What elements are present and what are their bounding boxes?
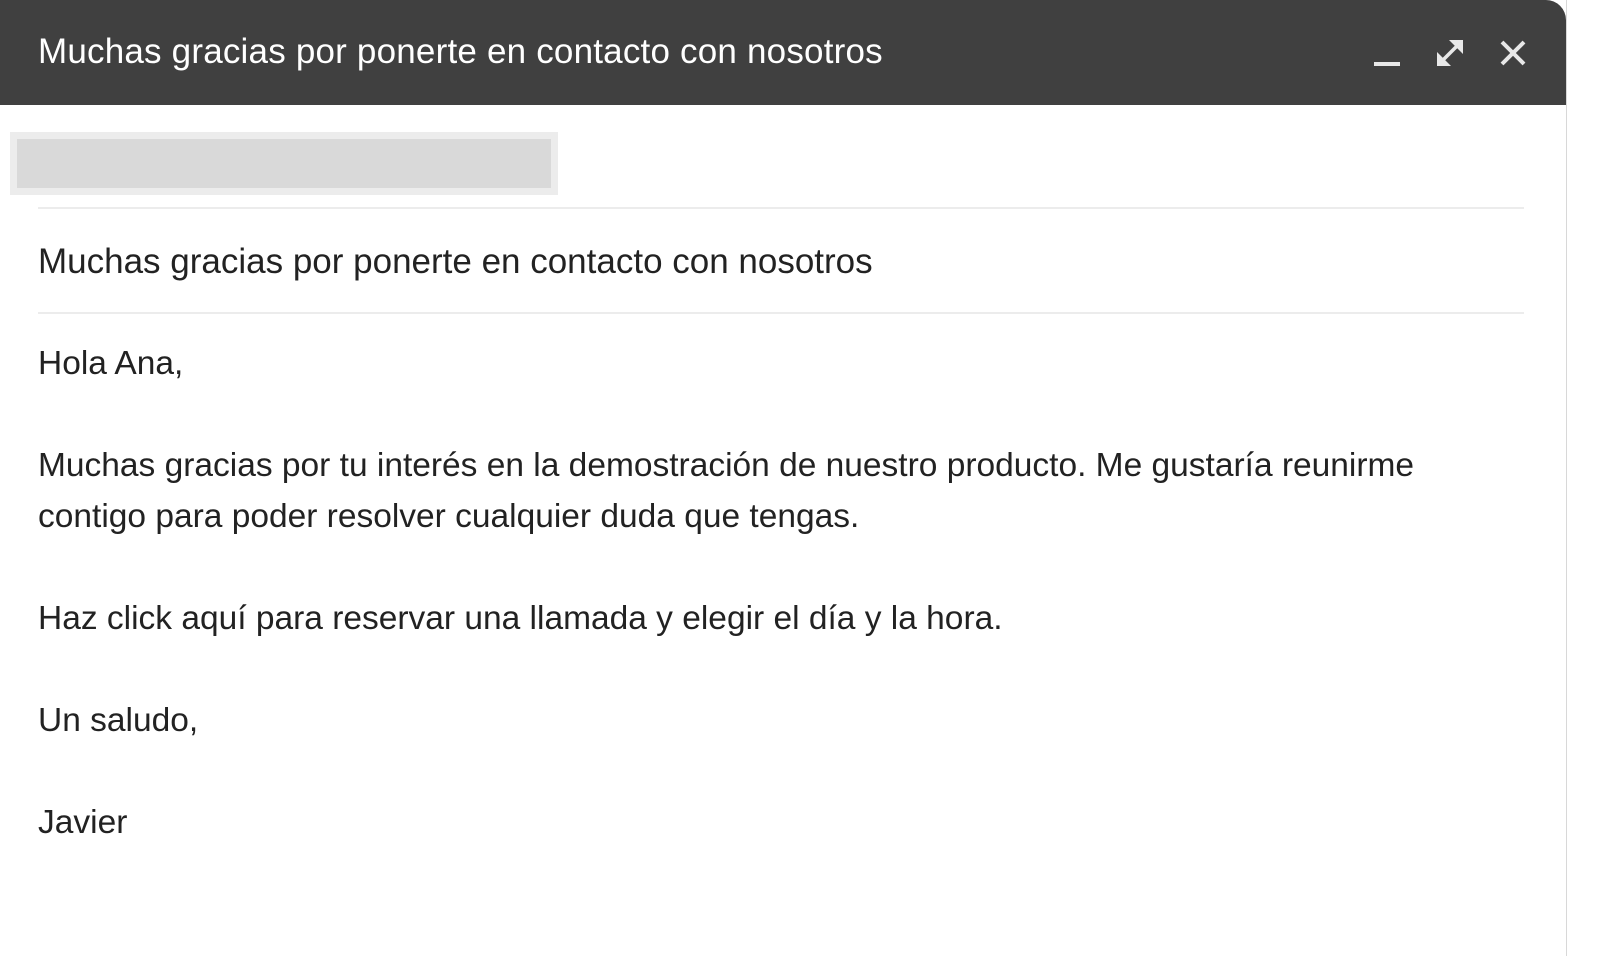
- compose-title: Muchas gracias por ponerte en contacto c…: [38, 32, 883, 71]
- body-paragraph-1: Muchas gracias por tu interés en la demo…: [38, 447, 1415, 535]
- expand-button[interactable]: [1427, 30, 1473, 76]
- body-paragraph-2: Haz click aquí para reservar una llamada…: [38, 600, 1003, 637]
- expand-icon: [1437, 40, 1463, 66]
- message-body[interactable]: Hola Ana, Muchas gracias por tu interés …: [38, 338, 1518, 848]
- close-icon: [1500, 40, 1526, 66]
- close-button[interactable]: [1490, 30, 1536, 76]
- subject-divider: [38, 312, 1524, 314]
- redaction-block: [17, 139, 551, 188]
- recipient-field-redacted[interactable]: [10, 132, 558, 195]
- compose-title-bar[interactable]: Muchas gracias por ponerte en contacto c…: [0, 0, 1566, 105]
- body-greeting: Hola Ana,: [38, 345, 184, 382]
- minimize-icon: [1374, 62, 1400, 66]
- compose-window: Muchas gracias por ponerte en contacto c…: [0, 0, 1567, 956]
- subject-field[interactable]: Muchas gracias por ponerte en contacto c…: [38, 240, 873, 284]
- body-signature: Javier: [38, 804, 128, 841]
- body-closing: Un saludo,: [38, 702, 199, 739]
- minimize-button[interactable]: [1364, 30, 1410, 76]
- recipient-divider: [38, 207, 1524, 209]
